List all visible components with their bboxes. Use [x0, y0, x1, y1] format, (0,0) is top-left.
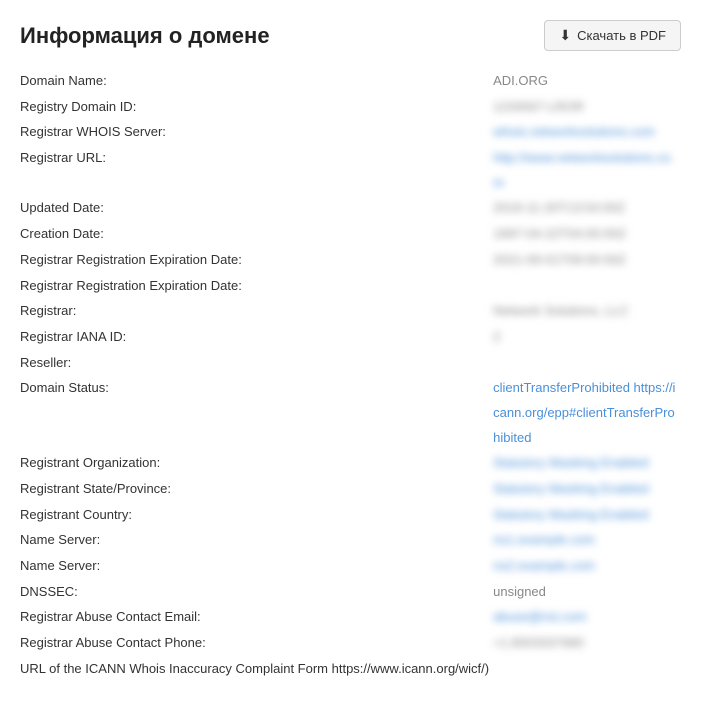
- table-row: Registrant Country:Statutory Masking Ena…: [20, 503, 681, 529]
- field-label: Registrar URL:: [20, 146, 493, 196]
- field-label: URL of the ICANN Whois Inaccuracy Compla…: [20, 657, 493, 683]
- field-label: Registrar IANA ID:: [20, 325, 493, 351]
- table-row: Name Server:ns2.example.com: [20, 554, 681, 580]
- field-value: [493, 657, 681, 683]
- table-row: URL of the ICANN Whois Inaccuracy Compla…: [20, 657, 681, 683]
- field-value: +1.8003337680: [493, 631, 681, 657]
- table-row: Registrant Organization:Statutory Maskin…: [20, 451, 681, 477]
- field-label: Registrar Abuse Contact Email:: [20, 605, 493, 631]
- download-button-label: Скачать в PDF: [577, 28, 666, 43]
- field-value: 1234567-LROR: [493, 95, 681, 121]
- field-label: Registrar Abuse Contact Phone:: [20, 631, 493, 657]
- field-value: [493, 274, 681, 300]
- field-label: Name Server:: [20, 528, 493, 554]
- field-value: [493, 351, 681, 377]
- table-row: Registrar:Network Solutions, LLC: [20, 299, 681, 325]
- field-value: 2021-09-01T09:00:00Z: [493, 248, 681, 274]
- table-row: DNSSEC:unsigned: [20, 580, 681, 606]
- field-value: Network Solutions, LLC: [493, 299, 681, 325]
- field-label: Registrar:: [20, 299, 493, 325]
- table-row: Registrar URL:http://www.networksolution…: [20, 146, 681, 196]
- table-row: Registrar Abuse Contact Phone:+1.8003337…: [20, 631, 681, 657]
- field-value: ns2.example.com: [493, 554, 681, 580]
- field-value: ns1.example.com: [493, 528, 681, 554]
- table-row: Registrar Abuse Contact Email:abuse@nsi.…: [20, 605, 681, 631]
- field-value: 2019-11-20T13:54:00Z: [493, 196, 681, 222]
- field-value: Statutory Masking Enabled: [493, 503, 681, 529]
- page-title: Информация о домене: [20, 23, 270, 49]
- field-value: whois.networksolutions.com: [493, 120, 681, 146]
- table-row: Domain Name:ADI.ORG: [20, 69, 681, 95]
- field-label: Registry Domain ID:: [20, 95, 493, 121]
- field-label: Name Server:: [20, 554, 493, 580]
- field-label: Updated Date:: [20, 196, 493, 222]
- field-value: unsigned: [493, 580, 681, 606]
- table-row: Creation Date:1997-04-22T04:00:00Z: [20, 222, 681, 248]
- field-value: http://www.networksolutions.com: [493, 146, 681, 196]
- field-label: Registrant State/Province:: [20, 477, 493, 503]
- field-value: ADI.ORG: [493, 69, 681, 95]
- table-row: Registrar Registration Expiration Date:: [20, 274, 681, 300]
- field-label: Reseller:: [20, 351, 493, 377]
- field-value: abuse@nsi.com: [493, 605, 681, 631]
- field-label: Creation Date:: [20, 222, 493, 248]
- table-row: Registrar Registration Expiration Date:2…: [20, 248, 681, 274]
- field-label: Domain Status:: [20, 376, 493, 451]
- download-icon: ⬇: [559, 27, 571, 44]
- domain-info-table: Domain Name:ADI.ORGRegistry Domain ID:12…: [20, 69, 681, 683]
- download-pdf-button[interactable]: ⬇ Скачать в PDF: [544, 20, 681, 51]
- field-value: Statutory Masking Enabled: [493, 477, 681, 503]
- field-value: 2: [493, 325, 681, 351]
- field-label: Registrant Organization:: [20, 451, 493, 477]
- field-value: clientTransferProhibited https://icann.o…: [493, 376, 681, 451]
- table-row: Updated Date:2019-11-20T13:54:00Z: [20, 196, 681, 222]
- page-header: Информация о домене ⬇ Скачать в PDF: [20, 20, 681, 51]
- table-row: Registrar WHOIS Server:whois.networksolu…: [20, 120, 681, 146]
- table-row: Registrant State/Province:Statutory Mask…: [20, 477, 681, 503]
- table-row: Registry Domain ID:1234567-LROR: [20, 95, 681, 121]
- field-value: 1997-04-22T04:00:00Z: [493, 222, 681, 248]
- table-row: Reseller:: [20, 351, 681, 377]
- table-row: Domain Status:clientTransferProhibited h…: [20, 376, 681, 451]
- field-value: Statutory Masking Enabled: [493, 451, 681, 477]
- field-label: Registrar Registration Expiration Date:: [20, 248, 493, 274]
- table-row: Name Server:ns1.example.com: [20, 528, 681, 554]
- field-label: Registrant Country:: [20, 503, 493, 529]
- field-label: Registrar Registration Expiration Date:: [20, 274, 493, 300]
- field-label: DNSSEC:: [20, 580, 493, 606]
- field-label: Registrar WHOIS Server:: [20, 120, 493, 146]
- table-row: Registrar IANA ID:2: [20, 325, 681, 351]
- field-label: Domain Name:: [20, 69, 493, 95]
